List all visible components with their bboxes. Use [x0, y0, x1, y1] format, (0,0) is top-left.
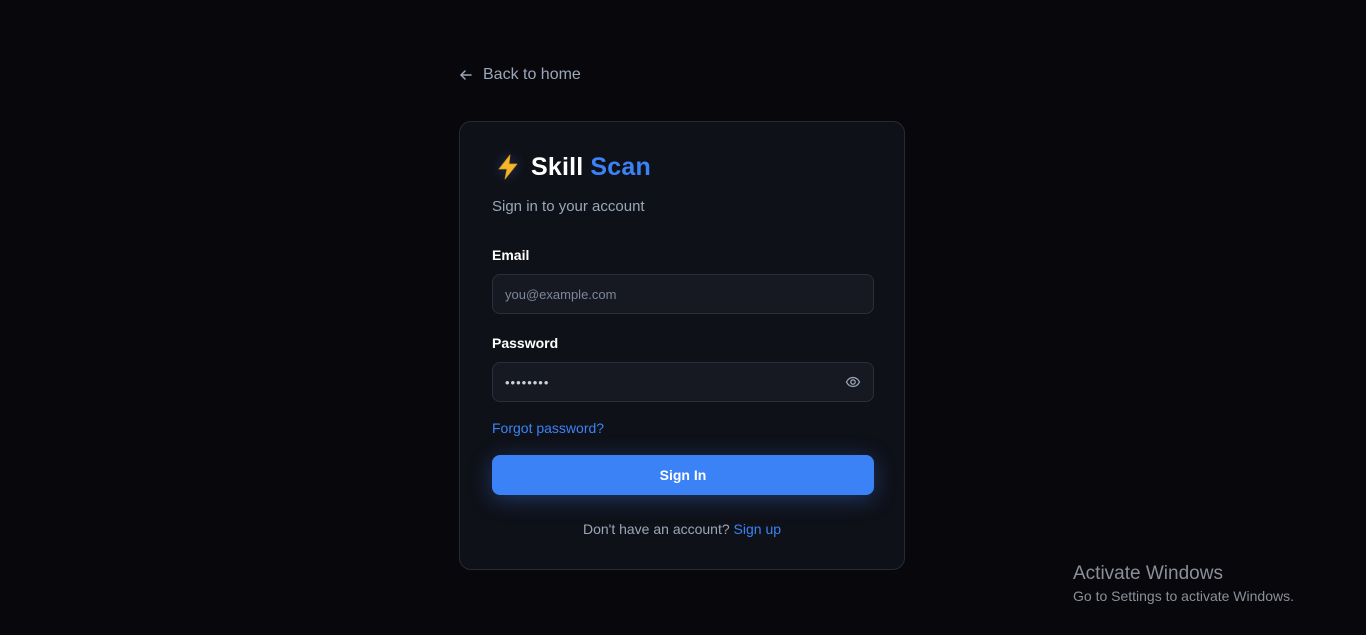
- email-label: Email: [492, 247, 530, 263]
- form-subtitle: Sign in to your account: [492, 198, 645, 215]
- forgot-password-link[interactable]: Forgot password?: [492, 420, 604, 436]
- sign-up-link[interactable]: Sign up: [734, 521, 781, 537]
- brand-word-scan: Scan: [590, 152, 651, 181]
- eye-icon[interactable]: [845, 374, 863, 390]
- signup-prompt: Don't have an account? Sign up: [460, 521, 904, 537]
- email-field[interactable]: [492, 274, 874, 314]
- password-field[interactable]: [492, 362, 874, 402]
- arrow-left-icon: [459, 68, 473, 82]
- lightning-bolt-icon: [493, 152, 523, 182]
- brand-logo: Skill Scan: [493, 152, 651, 182]
- password-label: Password: [492, 335, 559, 351]
- back-to-home-label: Back to home: [483, 66, 581, 83]
- login-page: Back to home Skill Scan Sign in to your a…: [0, 0, 1366, 635]
- watermark-title: Activate Windows: [1073, 563, 1223, 584]
- watermark-subtitle: Go to Settings to activate Windows.: [1073, 588, 1294, 604]
- brand-name: Skill Scan: [531, 153, 651, 182]
- back-to-home-link[interactable]: Back to home: [459, 66, 581, 84]
- activate-windows-watermark: Activate Windows Go to Settings to activ…: [1073, 563, 1294, 604]
- brand-word-skill: Skill: [531, 152, 584, 181]
- login-card: Skill Scan Sign in to your account Email …: [459, 121, 905, 570]
- sign-in-button[interactable]: Sign In: [492, 455, 874, 495]
- no-account-text: Don't have an account?: [582, 521, 730, 537]
